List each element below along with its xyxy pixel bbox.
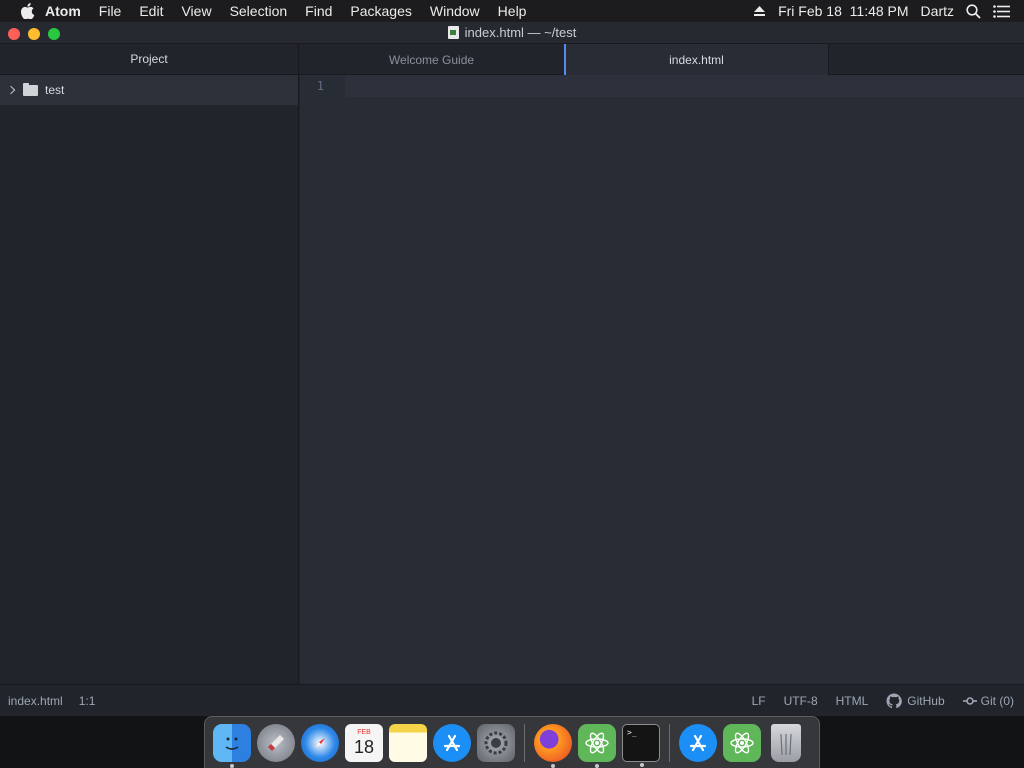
menu-view[interactable]: View bbox=[172, 0, 220, 22]
status-git-label: Git (0) bbox=[980, 693, 1014, 708]
menu-find[interactable]: Find bbox=[296, 0, 341, 22]
tab-index-html[interactable]: index.html bbox=[564, 44, 829, 76]
window-title: index.html — ~/test bbox=[447, 25, 577, 40]
search-icon[interactable] bbox=[966, 3, 981, 19]
launchpad-icon[interactable] bbox=[257, 723, 295, 762]
tab-bar: Welcome Guide index.html bbox=[299, 44, 1024, 76]
terminal-prompt: >_ bbox=[627, 727, 637, 737]
menu-clock[interactable]: Fri Feb 18 11:48 PM bbox=[778, 3, 908, 19]
chevron-right-icon[interactable] bbox=[6, 85, 16, 95]
title-bar[interactable]: index.html — ~/test bbox=[0, 22, 1024, 44]
tree-root-folder[interactable]: test bbox=[0, 75, 298, 105]
status-file-path[interactable]: index.html bbox=[8, 694, 63, 708]
menu-edit[interactable]: Edit bbox=[130, 0, 172, 22]
window-title-text: index.html — ~/test bbox=[464, 25, 577, 40]
app-store-download-icon[interactable] bbox=[679, 723, 717, 762]
status-line-ending[interactable]: LF bbox=[752, 694, 766, 708]
menu-help[interactable]: Help bbox=[489, 0, 536, 22]
line-number: 1 bbox=[316, 79, 324, 93]
notes-icon[interactable] bbox=[389, 723, 427, 762]
atom-window: index.html — ~/test Project test Welcome… bbox=[0, 22, 1024, 716]
folder-icon bbox=[23, 82, 38, 96]
safari-icon[interactable] bbox=[301, 723, 339, 762]
menu-window[interactable]: Window bbox=[421, 0, 489, 22]
trash-icon[interactable] bbox=[771, 723, 801, 762]
tree-view: Project test bbox=[0, 44, 299, 684]
html-file-icon bbox=[447, 26, 459, 39]
finder-icon[interactable] bbox=[213, 723, 251, 768]
calendar-icon[interactable]: FEB 18 bbox=[345, 723, 383, 762]
atom-download-icon[interactable] bbox=[723, 723, 761, 762]
status-github-button[interactable]: GitHub bbox=[886, 693, 945, 709]
running-indicator bbox=[595, 763, 599, 768]
text-editor[interactable]: 1 bbox=[300, 75, 1024, 684]
menu-app-atom[interactable]: Atom bbox=[39, 0, 90, 22]
minimize-window-button[interactable] bbox=[28, 28, 40, 40]
running-indicator bbox=[230, 763, 234, 768]
status-git-button[interactable]: Git (0) bbox=[962, 693, 1014, 708]
menu-user[interactable]: Dartz bbox=[921, 3, 954, 19]
menu-bar: Atom File Edit View Selection Find Packa… bbox=[0, 0, 1024, 22]
atom-icon[interactable] bbox=[578, 723, 616, 768]
calendar-month: FEB bbox=[357, 728, 371, 736]
tab-label: Welcome Guide bbox=[388, 52, 475, 67]
tab-welcome-guide[interactable]: Welcome Guide bbox=[299, 44, 565, 75]
calendar-day: 18 bbox=[353, 736, 375, 757]
dock-separator bbox=[524, 723, 525, 762]
apple-icon[interactable] bbox=[17, 3, 39, 19]
menu-selection[interactable]: Selection bbox=[221, 0, 297, 22]
list-icon[interactable] bbox=[993, 4, 1010, 18]
github-icon bbox=[886, 693, 903, 708]
status-cursor-position[interactable]: 1:1 bbox=[79, 694, 96, 708]
running-indicator bbox=[551, 763, 555, 768]
dock-separator bbox=[669, 723, 670, 762]
app-store-icon[interactable] bbox=[433, 723, 471, 762]
git-commit-icon bbox=[962, 696, 977, 705]
menu-packages[interactable]: Packages bbox=[341, 0, 420, 22]
menu-file[interactable]: File bbox=[90, 0, 131, 22]
tree-view-header[interactable]: Project bbox=[0, 44, 298, 75]
tab-label: index.html bbox=[669, 53, 724, 67]
eject-icon[interactable] bbox=[753, 5, 766, 17]
dock: FEB 18 >_ bbox=[204, 716, 820, 768]
zoom-window-button[interactable] bbox=[48, 28, 60, 40]
status-grammar[interactable]: HTML bbox=[836, 694, 869, 708]
tree-root-label: test bbox=[45, 83, 65, 97]
status-github-label: GitHub bbox=[907, 693, 945, 708]
status-encoding[interactable]: UTF-8 bbox=[784, 694, 818, 708]
status-bar: index.html 1:1 LF UTF-8 HTML GitHub Git … bbox=[0, 684, 1024, 716]
tree-view-title: Project bbox=[130, 52, 168, 66]
terminal-icon[interactable]: >_ bbox=[622, 723, 660, 767]
firefox-icon[interactable] bbox=[534, 723, 572, 768]
running-indicator bbox=[640, 762, 644, 767]
cursor-line[interactable] bbox=[345, 75, 1024, 97]
close-window-button[interactable] bbox=[8, 28, 20, 40]
system-preferences-icon[interactable] bbox=[477, 723, 515, 762]
